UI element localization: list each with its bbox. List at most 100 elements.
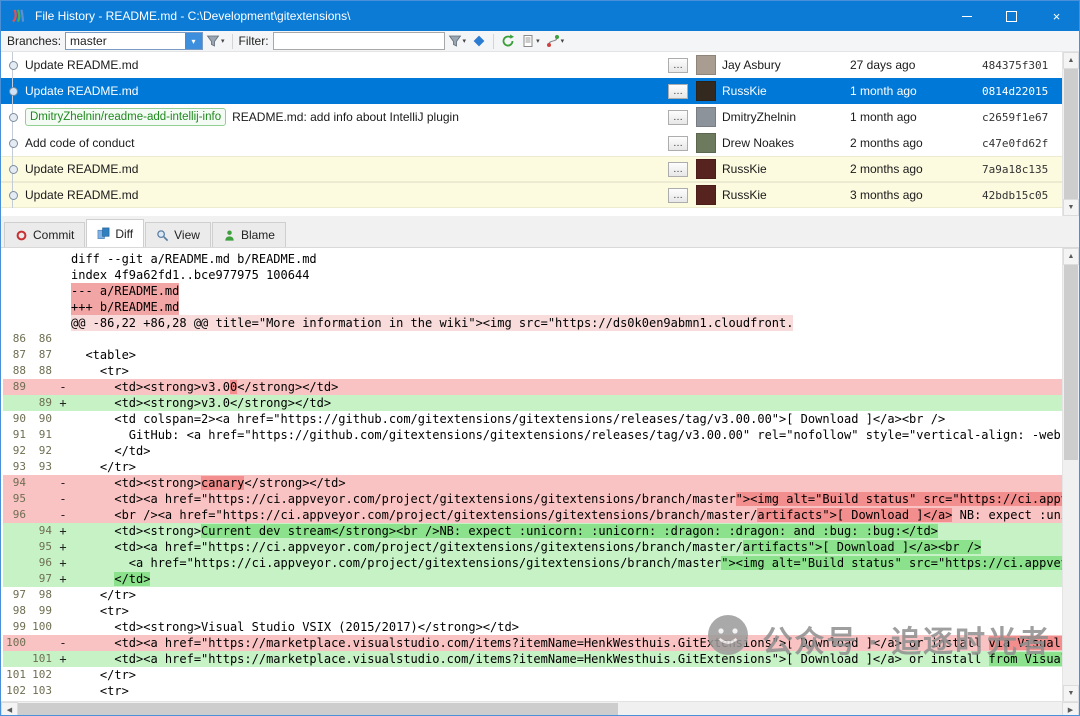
navigate-button[interactable] [469,32,489,50]
old-line-number: 102 [3,683,29,699]
branch-graph-button[interactable]: ▾ [543,32,568,50]
new-line-number [29,315,55,331]
diff-viewer[interactable]: diff --git a/README.md b/README.mdindex … [1,247,1079,701]
commit-row[interactable]: DmitryZhelnin/readme-add-intellij-infoRE… [1,104,1062,130]
diff-scrollbar[interactable]: ▲ ▼ [1062,248,1079,701]
diff-sign [55,347,71,363]
scroll-down-icon[interactable]: ▼ [1063,685,1079,701]
avatar [696,107,716,127]
refresh-button[interactable] [498,32,518,50]
diff-sign: - [55,635,71,651]
old-line-number: 91 [3,427,29,443]
commit-row[interactable]: Update README.md…RussKie1 month ago0814d… [1,78,1062,104]
diff-text: <tr> [71,603,129,619]
commit-date: 1 month ago [850,110,982,124]
commit-row[interactable]: Update README.md…Jay Asbury27 days ago48… [1,52,1062,78]
person-icon [223,229,236,242]
commit-dot-icon [9,87,18,96]
toolbar-separator [493,34,494,49]
old-line-number: 89 [3,379,29,395]
close-button[interactable]: × [1034,1,1079,31]
diff-sign [55,667,71,683]
scroll-down-icon[interactable]: ▼ [1063,199,1079,216]
diff-text: <td><strong>v3.0</strong></td> [71,395,331,411]
commit-dot-icon [9,113,18,122]
commit-message: DmitryZhelnin/readme-add-intellij-infoRE… [25,108,668,126]
diff-text: +++ b/README.md [71,299,179,315]
new-line-number [29,283,55,299]
commit-graph-cell [1,165,25,174]
scrollbar-thumb[interactable] [1064,69,1078,199]
filter-input[interactable] [273,32,445,50]
commit-row[interactable]: Update README.md…RussKie3 months ago42bd… [1,182,1062,208]
scroll-left-icon[interactable]: ◀ [1,702,18,716]
diff-line: 8787 <table> [3,347,1079,363]
avatar [696,81,716,101]
commit-message-text: Update README.md [25,84,138,98]
commit-message: Update README.md [25,162,668,176]
scroll-right-icon[interactable]: ▶ [1062,702,1079,716]
commit-graph-lane [12,52,13,208]
commit-more-button[interactable]: … [668,84,688,99]
scroll-up-icon[interactable]: ▲ [1063,248,1079,265]
diff-text: <tr> [71,363,129,379]
branch-filter-button[interactable]: ▾ [203,32,228,50]
new-line-number: 91 [29,427,55,443]
new-line-number: 88 [29,363,55,379]
old-line-number [3,251,29,267]
new-line-number: 98 [29,587,55,603]
scrollbar-thumb[interactable] [1064,265,1078,460]
diff-sign [55,331,71,347]
old-line-number: 96 [3,507,29,523]
new-line-number: 99 [29,603,55,619]
tab-commit[interactable]: Commit [4,222,85,247]
commit-more-button[interactable]: … [668,188,688,203]
title-bar: File History - README.md - C:\Developmen… [1,1,1079,31]
branch-label: DmitryZhelnin/readme-add-intellij-info [25,108,226,126]
tab-diff[interactable]: Diff [86,219,144,247]
diff-sign: - [55,475,71,491]
avatar [696,133,716,153]
scroll-up-icon[interactable]: ▲ [1063,52,1079,69]
commit-date: 1 month ago [850,84,982,98]
commit-more-button[interactable]: … [668,58,688,73]
tab-blame[interactable]: Blame [212,222,286,247]
commit-more-button[interactable]: … [668,136,688,151]
scrollbar-thumb[interactable] [18,703,618,716]
diff-text: <td colspan=2><a href="https://github.co… [71,411,945,427]
revision-filter-button[interactable]: ▾ [445,32,470,50]
commit-hash: 484375f301 [982,59,1062,72]
diff-line: 8888 <tr> [3,363,1079,379]
old-line-number [3,571,29,587]
commit-hash: c2659f1e67 [982,111,1062,124]
old-line-number: 92 [3,443,29,459]
tab-view[interactable]: View [145,222,211,247]
diff-line: 9899 <tr> [3,603,1079,619]
new-line-number: 87 [29,347,55,363]
commit-graph-cell [1,139,25,148]
diff-sign: + [55,555,71,571]
commit-more-button[interactable]: … [668,110,688,125]
horizontal-scrollbar[interactable]: ◀ ▶ [1,701,1079,716]
commit-list-scrollbar[interactable]: ▲ ▼ [1062,52,1079,216]
commit-message-text: Update README.md [25,58,138,72]
document-icon [521,34,535,48]
chevron-down-icon[interactable]: ▾ [185,33,202,49]
tab-label: Diff [115,227,133,241]
new-line-number [29,251,55,267]
new-line-number [29,379,55,395]
old-line-number: 97 [3,587,29,603]
diff-text: <table> [71,347,136,363]
commit-more-button[interactable]: … [668,162,688,177]
maximize-button[interactable] [989,1,1034,31]
script-button[interactable]: ▾ [518,32,543,50]
commit-row[interactable]: Update README.md…RussKie2 months ago7a9a… [1,156,1062,182]
branch-combobox[interactable]: master ▾ [65,32,203,50]
commit-message-text: Update README.md [25,162,138,176]
diff-sign [55,683,71,699]
diff-line: 8686 [3,331,1079,347]
minimize-button[interactable] [944,1,989,31]
commit-author: RussKie [722,188,850,202]
diff-text: --- a/README.md [71,283,179,299]
commit-row[interactable]: Add code of conduct…Drew Noakes2 months … [1,130,1062,156]
